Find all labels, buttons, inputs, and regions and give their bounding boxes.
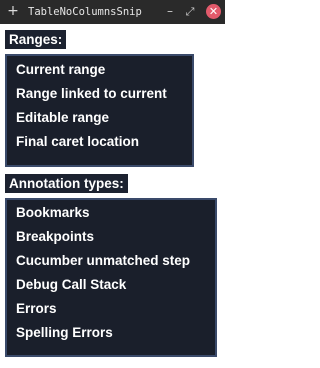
ranges-list[interactable]: Current range Range linked to current Ed… [5, 54, 194, 167]
ranges-heading: Ranges: [5, 30, 67, 49]
list-item[interactable]: Current range [16, 60, 105, 79]
list-item[interactable]: Bookmarks [16, 203, 90, 222]
title-bar[interactable]: + TableNoColumnsSnip – ⤢ ✕ [0, 0, 225, 24]
list-item-label: Range linked to current [16, 86, 167, 101]
list-item-label: Errors [16, 301, 57, 316]
minimize-icon[interactable]: – [163, 3, 177, 19]
list-item-label: Bookmarks [16, 205, 90, 220]
list-item-label: Spelling Errors [16, 325, 113, 340]
list-item-label: Cucumber unmatched step [16, 253, 191, 268]
list-item[interactable]: Breakpoints [16, 227, 94, 246]
close-icon[interactable]: ✕ [206, 4, 221, 19]
pin-icon[interactable]: + [6, 2, 20, 20]
app-window: + TableNoColumnsSnip – ⤢ ✕ Ranges: Curre… [0, 0, 225, 368]
list-item-label: Final caret location [16, 134, 140, 149]
list-item[interactable]: Range linked to current [16, 84, 167, 103]
list-item[interactable]: Final caret location [16, 132, 139, 151]
maximize-icon[interactable]: ⤢ [183, 4, 197, 20]
list-item[interactable]: Cucumber unmatched step [16, 251, 190, 270]
list-item-label: Breakpoints [16, 229, 95, 244]
window-title: TableNoColumnsSnip [28, 6, 142, 18]
list-item-label: Debug Call Stack [16, 277, 127, 292]
list-item[interactable]: Editable range [16, 108, 109, 127]
annotation-types-heading: Annotation types: [5, 174, 128, 193]
annotation-types-list[interactable]: Bookmarks Breakpoints Cucumber unmatched… [5, 198, 217, 357]
list-item[interactable]: Debug Call Stack [16, 275, 126, 294]
list-item[interactable]: Spelling Errors [16, 323, 113, 342]
list-item[interactable]: Errors [16, 299, 57, 318]
list-item-label: Current range [16, 62, 106, 77]
list-item-label: Editable range [16, 110, 110, 125]
